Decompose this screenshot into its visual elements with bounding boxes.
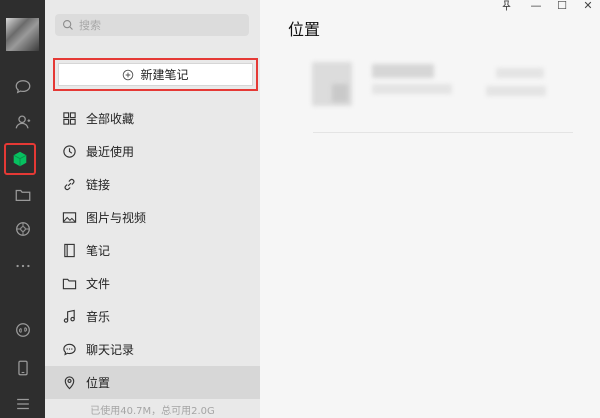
nav-item-label: 文件 [86,277,111,291]
menu-icon[interactable] [9,390,36,417]
location-title-placeholder [372,64,434,78]
phone-icon[interactable] [9,354,36,381]
search-input[interactable] [79,18,239,32]
more-icon[interactable] [9,252,36,279]
location-icon [61,375,77,391]
contacts-icon[interactable] [9,108,36,135]
nav-item-label: 位置 [86,376,111,390]
close-button[interactable]: ✕ [578,0,598,12]
mini-program-icon[interactable] [9,316,36,343]
grid-icon [61,111,77,127]
nav-item-recent[interactable]: 最近使用 [45,135,260,168]
icon-rail [0,0,45,418]
nav-item-label: 图片与视频 [86,211,147,225]
new-note-button[interactable]: 新建笔记 [58,63,253,86]
nav-item-label: 聊天记录 [86,343,135,357]
nav-item-notes[interactable]: 笔记 [45,234,260,267]
nav-item-label: 链接 [86,178,111,192]
nav-item-all-favorites[interactable]: 全部收藏 [45,102,260,135]
storage-usage: 已使用40.7M，总可用2.0G [90,406,215,417]
nav-item-label: 最近使用 [86,145,135,159]
new-note-label: 新建笔记 [140,68,189,82]
location-pin-placeholder [332,84,348,102]
notebook-icon [61,243,77,259]
location-date-placeholder [496,68,544,78]
page-title: 位置 [288,20,321,39]
search-icon [62,19,73,30]
chat-icon[interactable] [9,73,36,100]
nav-item-files[interactable]: 文件 [45,267,260,300]
new-note-highlight: 新建笔记 [53,58,258,91]
divider [313,132,573,133]
link-icon [61,177,77,193]
nav-item-links[interactable]: 链接 [45,168,260,201]
nav-item-label: 音乐 [86,310,111,324]
nav-item-music[interactable]: 音乐 [45,300,260,333]
location-address-placeholder [372,84,452,94]
pin-icon[interactable] [496,0,516,12]
favorites-icon[interactable] [4,143,36,175]
nav-item-label: 笔记 [86,244,111,258]
chat-icon [61,342,77,358]
nav-item-label: 全部收藏 [86,112,135,126]
minimize-button[interactable]: — [526,0,546,12]
nav-item-images-videos[interactable]: 图片与视频 [45,201,260,234]
main-pane: — ☐ ✕ 位置 [260,0,600,418]
music-icon [61,309,77,325]
clock-icon [61,144,77,160]
nav-item-chat-history[interactable]: 聊天记录 [45,333,260,366]
favorites-sidebar: 新建笔记 全部收藏 最近使用 链接 图片与视频 笔记 文件 音乐 聊天记录 位置… [45,0,260,418]
nav-item-location[interactable]: 位置 [45,366,260,399]
search-box[interactable] [55,14,249,36]
avatar[interactable] [6,18,39,51]
folder-icon[interactable] [9,181,36,208]
folder-icon [61,276,77,292]
maximize-button[interactable]: ☐ [552,0,572,12]
location-source-placeholder [486,86,546,96]
image-icon [61,210,77,226]
plus-circle-icon [123,69,134,80]
moments-icon[interactable] [9,215,36,242]
